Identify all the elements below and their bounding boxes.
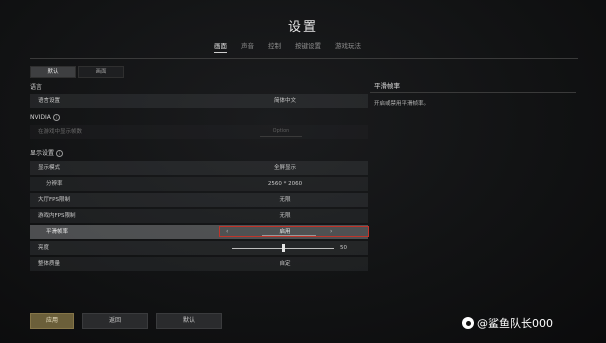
watermark: @鲨鱼队长000 (462, 315, 553, 331)
overall-quality-row[interactable]: 整体质量 自定 (30, 257, 368, 271)
description-panel: 平滑帧率 开启或禁用平滑帧率。 (370, 80, 576, 113)
watermark-logo-icon (462, 317, 474, 329)
display-label: 显示设置 (30, 150, 55, 157)
nvidia-option-value: Option (260, 127, 302, 137)
description-title: 平滑帧率 (374, 82, 400, 90)
lobby-fps-row[interactable]: 大厅FPS限制 无限 (30, 193, 368, 207)
brightness-slider-handle[interactable] (282, 244, 285, 252)
language-value: 简体中文 (273, 98, 296, 104)
sub-tab-bar: 默认 画面 (30, 66, 126, 78)
language-label: 语言设置 (38, 98, 61, 104)
nvidia-label: NVIDIA (30, 114, 51, 121)
back-button[interactable]: 返回 (82, 313, 148, 329)
header-divider (30, 58, 578, 59)
default-button[interactable]: 默认 (156, 313, 222, 329)
ingame-fps-row[interactable]: 游戏内FPS限制 无限 (30, 209, 368, 223)
description-text: 开启或禁用平滑帧率。 (374, 101, 430, 107)
selector-underline (262, 235, 316, 236)
language-row[interactable]: 语言设置 简体中文 (30, 94, 368, 108)
resolution-label: 分辨率 (46, 181, 63, 187)
overall-quality-label: 整体质量 (38, 261, 61, 267)
display-mode-label: 显示模式 (38, 165, 61, 171)
page-title: 设置 (287, 20, 318, 35)
settings-screen: 设置 画面 声音 控制 按键设置 游戏玩法 默认 画面 语言 语言设置 简体中文… (0, 0, 606, 343)
sub-tab-default[interactable]: 默认 (30, 66, 76, 78)
ingame-fps-value: 无限 (279, 213, 291, 219)
smooth-framerate-label: 平滑帧率 (46, 229, 69, 235)
tab-graphics[interactable]: 画面 (214, 40, 227, 53)
lobby-fps-value: 无限 (279, 197, 291, 203)
resolution-row[interactable]: 分辨率 2560 * 2060 (30, 177, 368, 191)
lobby-fps-label: 大厅FPS限制 (38, 197, 70, 203)
display-mode-row[interactable]: 显示模式 全屏显示 (30, 161, 368, 175)
ingame-fps-label: 游戏内FPS限制 (38, 213, 76, 219)
brightness-row: 亮度 50 (30, 241, 368, 255)
section-display-header: 显示设置 i (30, 149, 64, 159)
tab-sound[interactable]: 声音 (241, 40, 254, 53)
bottom-button-bar: 应用 返回 默认 (30, 313, 222, 329)
nvidia-row: 在游戏中显示帧数 Option (30, 125, 368, 139)
display-mode-value: 全屏显示 (273, 165, 296, 171)
info-icon[interactable]: i (52, 114, 60, 121)
resolution-value: 2560 * 2060 (267, 181, 303, 187)
smooth-framerate-row[interactable]: 平滑帧率 ‹ 启用 › (30, 225, 369, 239)
chevron-right-icon[interactable]: › (330, 225, 332, 239)
nvidia-option-label: 在游戏中显示帧数 (38, 129, 83, 135)
watermark-text: @鲨鱼队长000 (477, 317, 553, 330)
tab-keybind[interactable]: 按键设置 (295, 40, 321, 53)
tab-gameplay[interactable]: 游戏玩法 (335, 40, 361, 53)
sub-tab-graphics[interactable]: 画面 (78, 66, 124, 78)
tab-control[interactable]: 控制 (268, 40, 281, 53)
brightness-value: 50 (340, 245, 347, 251)
top-tab-bar: 画面 声音 控制 按键设置 游戏玩法 (214, 40, 361, 53)
overall-quality-value: 自定 (279, 261, 291, 267)
apply-button[interactable]: 应用 (30, 313, 74, 329)
section-language-header: 语言 (30, 84, 43, 91)
info-icon[interactable]: i (56, 150, 64, 157)
brightness-label: 亮度 (38, 245, 50, 251)
section-nvidia-header: NVIDIA i (30, 113, 60, 123)
